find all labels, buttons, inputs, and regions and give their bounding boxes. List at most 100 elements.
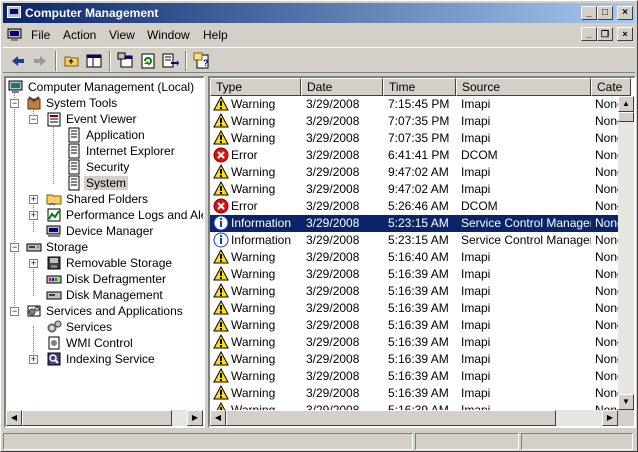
cell-time: 5:16:40 AM xyxy=(388,250,449,264)
status-cell xyxy=(521,433,633,450)
scroll-thumb[interactable] xyxy=(22,410,172,426)
tree-item-indexing-service[interactable]: Indexing Service xyxy=(46,351,157,367)
console-tree-pane[interactable]: Computer Management (Local) − System Too… xyxy=(4,76,205,428)
cell-date: 3/29/2008 xyxy=(306,352,360,366)
status-bar xyxy=(3,431,635,451)
cell-category: None xyxy=(595,267,618,281)
expand-toggle[interactable]: + xyxy=(29,211,38,220)
warning-icon xyxy=(213,180,229,197)
event-list-pane[interactable]: Type Date Time Source Cate Warning 3/29/2… xyxy=(208,76,636,428)
table-row[interactable]: Warning 3/29/2008 7:07:35 PM Imapi None xyxy=(210,129,618,147)
table-row[interactable]: Warning 3/29/2008 5:16:40 AM Imapi None xyxy=(210,248,618,266)
tree-item-application[interactable]: Application xyxy=(66,127,147,143)
scroll-thumb[interactable] xyxy=(226,410,556,426)
title-bar[interactable]: Computer Management _ □ × xyxy=(3,3,635,23)
menu-action[interactable]: Action xyxy=(63,28,96,42)
properties-icon[interactable] xyxy=(117,52,135,70)
collapse-toggle[interactable]: − xyxy=(29,115,38,124)
refresh-icon[interactable] xyxy=(139,52,157,70)
collapse-toggle[interactable]: − xyxy=(10,243,19,252)
scroll-left-button[interactable]: ◀ xyxy=(6,410,22,426)
table-row[interactable]: Warning 3/29/2008 9:47:02 AM Imapi None xyxy=(210,163,618,181)
cell-time: 5:16:39 AM xyxy=(388,386,449,400)
column-header-type[interactable]: Type xyxy=(210,78,301,96)
list-vertical-scrollbar[interactable]: ▲ ▼ xyxy=(618,96,634,410)
table-row[interactable]: Warning 3/29/2008 5:16:39 AM Imapi None xyxy=(210,265,618,283)
tree-item-shared-folders[interactable]: Shared Folders xyxy=(46,191,150,207)
table-row[interactable]: Warning 3/29/2008 7:07:35 PM Imapi None xyxy=(210,112,618,130)
tree-horizontal-scrollbar[interactable]: ◀ ▶ xyxy=(6,410,203,426)
tree-item-services-apps[interactable]: Services and Applications xyxy=(26,303,185,319)
tree-item-root[interactable]: Computer Management (Local) xyxy=(8,79,196,95)
scroll-thumb[interactable] xyxy=(618,112,634,122)
table-row[interactable]: Warning 3/29/2008 5:16:39 AM Imapi None xyxy=(210,282,618,300)
tree-item-disk-defragmenter[interactable]: Disk Defragmenter xyxy=(46,271,168,287)
status-cell xyxy=(3,433,413,450)
table-row[interactable]: Warning 3/29/2008 9:47:02 AM Imapi None xyxy=(210,180,618,198)
tree-label-disk-management: Disk Management xyxy=(66,288,163,302)
tree-item-services[interactable]: Services xyxy=(46,319,114,335)
table-row[interactable]: Warning 3/29/2008 5:16:39 AM Imapi None xyxy=(210,299,618,317)
table-row[interactable]: Warning 3/29/2008 5:16:39 AM Imapi None xyxy=(210,367,618,385)
mdi-restore-button[interactable]: ❐ xyxy=(597,27,613,41)
tree-label-event-viewer: Event Viewer xyxy=(66,112,137,126)
column-header-source[interactable]: Source xyxy=(456,78,591,96)
table-row[interactable]: Information 3/29/2008 5:23:15 AM Service Co… xyxy=(210,232,618,249)
table-row[interactable]: Error 3/29/2008 6:41:41 PM DCOM None xyxy=(210,147,618,164)
close-button[interactable]: × xyxy=(617,6,633,20)
back-icon[interactable] xyxy=(9,52,27,70)
menu-file[interactable]: File xyxy=(31,28,50,42)
table-row[interactable]: Warning 3/29/2008 7:15:45 PM Imapi None xyxy=(210,96,618,113)
mdi-close-button[interactable]: × xyxy=(617,27,633,41)
column-header-time[interactable]: Time xyxy=(383,78,456,96)
tree-item-device-manager[interactable]: Device Manager xyxy=(46,223,155,239)
export-list-icon[interactable] xyxy=(161,52,179,70)
mdi-minimize-button[interactable]: _ xyxy=(581,27,597,41)
tree-item-system-tools[interactable]: System Tools xyxy=(26,95,119,111)
minimize-button[interactable]: _ xyxy=(581,6,597,20)
tree-item-internet-explorer[interactable]: Internet Explorer xyxy=(66,143,177,159)
table-row[interactable]: Information 3/29/2008 5:23:15 AM Service Co… xyxy=(210,215,618,232)
scroll-right-button[interactable]: ▶ xyxy=(187,410,203,426)
table-row[interactable]: Warning 3/29/2008 5:16:39 AM Imapi None xyxy=(210,401,618,410)
menu-window[interactable]: Window xyxy=(147,28,190,42)
forward-icon[interactable] xyxy=(31,52,49,70)
tree-item-performance[interactable]: Performance Logs and Alerts xyxy=(46,207,203,223)
expand-toggle[interactable]: + xyxy=(29,259,38,268)
cell-date: 3/29/2008 xyxy=(306,318,360,332)
column-header-date[interactable]: Date xyxy=(301,78,383,96)
cell-source: Imapi xyxy=(461,250,491,264)
tree-item-wmi-control[interactable]: WMI Control xyxy=(46,335,135,351)
table-row[interactable]: Warning 3/29/2008 5:16:39 AM Imapi None xyxy=(210,350,618,368)
warning-icon xyxy=(213,384,229,401)
system-menu-icon[interactable] xyxy=(7,27,23,43)
cell-date: 3/29/2008 xyxy=(306,301,360,315)
tree-item-removable-storage[interactable]: Removable Storage xyxy=(46,255,174,271)
computer-management-icon xyxy=(7,6,21,18)
expand-toggle[interactable]: + xyxy=(29,355,38,364)
list-horizontal-scrollbar[interactable]: ◀ ▶ xyxy=(210,410,618,426)
scroll-up-button[interactable]: ▲ xyxy=(618,96,634,112)
tree-item-system[interactable]: System xyxy=(66,175,129,191)
table-row[interactable]: Error 3/29/2008 5:26:46 AM DCOM None xyxy=(210,198,618,215)
collapse-toggle[interactable]: − xyxy=(10,99,19,108)
scroll-right-button[interactable]: ▶ xyxy=(602,410,618,426)
column-header-category[interactable]: Cate xyxy=(591,78,631,96)
scroll-left-button[interactable]: ◀ xyxy=(210,410,226,426)
menu-view[interactable]: View xyxy=(109,28,135,42)
tree-item-storage[interactable]: Storage xyxy=(26,239,90,255)
tree-item-event-viewer[interactable]: Event Viewer xyxy=(46,111,138,127)
show-hide-tree-icon[interactable] xyxy=(85,52,103,70)
maximize-button[interactable]: □ xyxy=(597,6,613,20)
help-icon[interactable]: ? xyxy=(193,52,211,70)
table-row[interactable]: Warning 3/29/2008 5:16:39 AM Imapi None xyxy=(210,333,618,351)
table-row[interactable]: Warning 3/29/2008 5:16:39 AM Imapi None xyxy=(210,384,618,402)
expand-toggle[interactable]: + xyxy=(29,195,38,204)
table-row[interactable]: Warning 3/29/2008 5:16:39 AM Imapi None xyxy=(210,316,618,334)
up-folder-icon[interactable] xyxy=(63,52,81,70)
scroll-down-button[interactable]: ▼ xyxy=(618,394,634,410)
tree-item-disk-management[interactable]: Disk Management xyxy=(46,287,165,303)
tree-item-security[interactable]: Security xyxy=(66,159,131,175)
menu-help[interactable]: Help xyxy=(203,28,228,42)
collapse-toggle[interactable]: − xyxy=(10,307,19,316)
